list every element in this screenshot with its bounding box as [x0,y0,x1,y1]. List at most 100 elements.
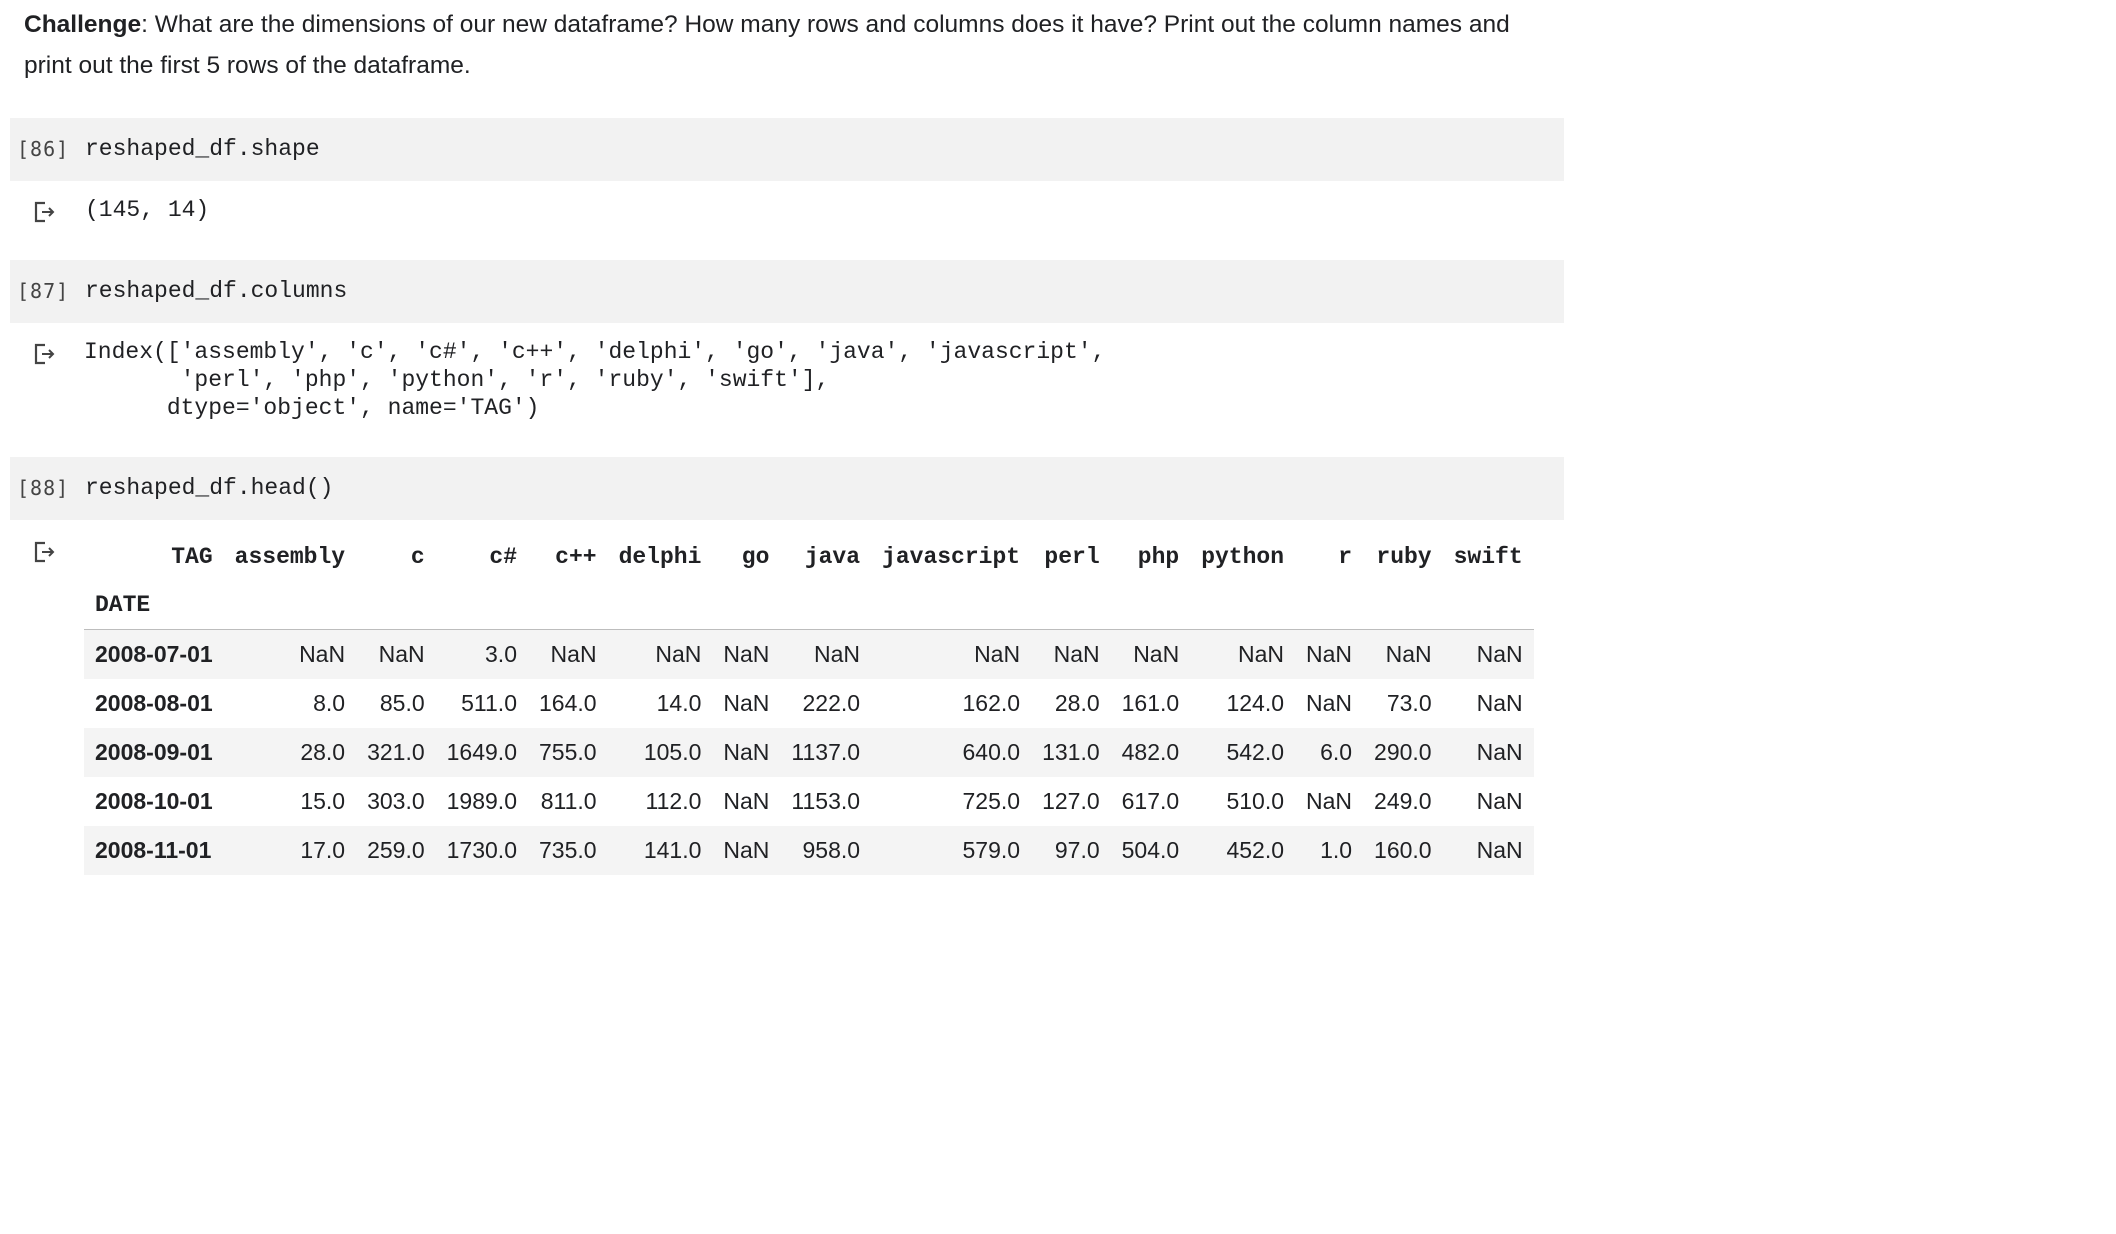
empty-header-cell [1031,581,1111,630]
table-cell: 1.0 [1320,837,1353,863]
table-cell: 127.0 [1042,788,1100,814]
challenge-text: Challenge: What are the dimensions of ou… [24,4,1564,86]
table-cell: NaN [814,641,861,667]
columns-name-header: TAG [171,543,213,570]
column-header: perl [1044,543,1100,570]
table-cell: NaN [1306,690,1353,716]
table-header-row: TAG assembly c c# c++ delphi go java javascript… [84,532,1534,581]
row-index: 2008-09-01 [95,739,213,765]
table-cell: NaN [1476,837,1523,863]
table-cell: NaN [1306,788,1353,814]
column-header: r [1338,543,1353,570]
table-cell: 1730.0 [446,837,517,863]
table-cell: NaN [723,837,770,863]
output-arrow-icon[interactable] [34,540,56,563]
table-cell: 1649.0 [446,739,517,765]
table-cell: NaN [1385,641,1432,667]
table-cell: 640.0 [962,739,1021,765]
table-cell: NaN [299,641,346,667]
code-cell-86[interactable]: [86] reshaped_df.shape [10,118,1564,181]
table-cell: NaN [1133,641,1180,667]
table-cell: 259.0 [367,837,425,863]
table-cell: 290.0 [1374,739,1432,765]
empty-header-cell [1363,581,1443,630]
table-cell: 14.0 [656,690,702,716]
table-cell: NaN [1476,641,1523,667]
column-header: javascript [882,543,1021,570]
table-cell: 510.0 [1226,788,1285,814]
table-row: 2008-07-01 NaN NaN 3.0 NaN NaN NaN NaN NaN NaN NaN… [84,629,1534,679]
table-cell: NaN [1476,739,1523,765]
table-cell: 617.0 [1121,788,1180,814]
table-cell: 85.0 [379,690,425,716]
table-cell: 124.0 [1226,690,1285,716]
table-cell: 222.0 [802,690,861,716]
table-cell: 105.0 [643,739,702,765]
column-header: c# [489,543,517,570]
table-cell: 28.0 [1054,690,1100,716]
table-cell: NaN [550,641,597,667]
table-cell: NaN [723,739,770,765]
empty-header-cell [712,581,781,630]
empty-header-cell [223,581,357,630]
column-header: python [1201,543,1285,570]
table-cell: 6.0 [1320,739,1353,765]
table-body: 2008-07-01 NaN NaN 3.0 NaN NaN NaN NaN NaN NaN NaN… [84,629,1534,875]
table-cell: NaN [378,641,425,667]
column-header: ruby [1376,543,1432,570]
table-cell: 504.0 [1121,837,1180,863]
challenge-body: : What are the dimensions of our new dat… [24,11,1510,79]
output-arrow-icon[interactable] [34,200,56,223]
table-cell: NaN [723,641,770,667]
table-cell: 755.0 [539,739,597,765]
empty-header-cell [871,581,1032,630]
table-cell: 725.0 [962,788,1021,814]
index-name-header: DATE [84,581,224,630]
table-cell: 542.0 [1226,739,1285,765]
output-arrow-icon[interactable] [34,342,56,365]
table-cell: 735.0 [539,837,597,863]
cell-output-columns: Index(['assembly', 'c', 'c#', 'c++', 'de… [84,339,1106,421]
table-cell: 1153.0 [791,788,861,814]
notebook-page: Challenge: What are the dimensions of ou… [0,0,1580,900]
index-name-row: DATE [84,581,1534,630]
table-row: 2008-10-01 15.0 303.0 1989.0 811.0 112.0 NaN 11… [84,777,1534,826]
column-header: php [1137,543,1180,570]
code-cell-88[interactable]: [88] reshaped_df.head() [10,457,1564,520]
table-row: 2008-11-01 17.0 259.0 1730.0 735.0 141.0 NaN 95… [84,826,1534,875]
code-input[interactable]: reshaped_df.columns [85,278,347,304]
row-index: 2008-10-01 [95,788,213,814]
dataframe-table: TAG assembly c c# c++ delphi go java javascript… [84,532,1534,875]
table-cell: 958.0 [802,837,861,863]
column-header: assembly [234,543,346,570]
empty-header-cell [1190,581,1296,630]
table-cell: 303.0 [367,788,425,814]
column-header: c [410,543,425,570]
table-cell: 579.0 [962,837,1021,863]
row-index: 2008-11-01 [95,837,212,863]
table-cell: NaN [1476,788,1523,814]
row-index: 2008-08-01 [95,690,213,716]
table-cell: 131.0 [1042,739,1100,765]
table-row: 2008-09-01 28.0 321.0 1649.0 755.0 105.0 NaN 11… [84,728,1534,777]
code-cell-87[interactable]: [87] reshaped_df.columns [10,260,1564,323]
table-cell: 28.0 [300,739,346,765]
execution-count: [87] [17,279,70,303]
column-header: swift [1453,543,1523,570]
empty-header-cell [528,581,608,630]
table-cell: 160.0 [1374,837,1432,863]
column-header: c++ [555,543,597,570]
column-header: go [741,543,770,570]
code-input[interactable]: reshaped_df.head() [85,475,333,501]
table-cell: NaN [974,641,1021,667]
empty-header-cell [607,581,713,630]
table-cell: 97.0 [1054,837,1100,863]
table-cell: 511.0 [461,690,517,716]
table-cell: 164.0 [539,690,597,716]
table-cell: 162.0 [962,690,1021,716]
table-row: 2008-08-01 8.0 85.0 511.0 164.0 14.0 NaN 222.0 1… [84,679,1534,728]
code-input[interactable]: reshaped_df.shape [85,136,320,162]
empty-header-cell [1442,581,1534,630]
table-cell: NaN [655,641,702,667]
table-cell: NaN [1306,641,1353,667]
